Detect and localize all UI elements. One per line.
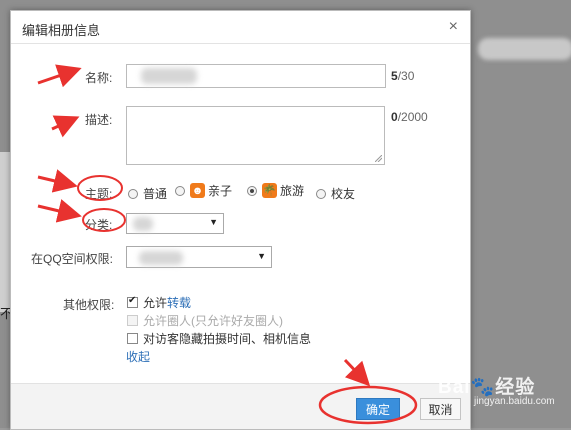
theme-label: 主题: — [85, 187, 113, 201]
theme-option-parenting[interactable]: ☻ 亲子 — [175, 182, 232, 199]
close-icon[interactable]: × — [449, 18, 458, 36]
child-face-icon: ☻ — [190, 183, 205, 198]
dialog-title: 编辑相册信息 — [22, 23, 101, 38]
name-label: 名称: — [85, 71, 113, 85]
background-blurred-text — [478, 38, 571, 60]
permission-value-blurred — [139, 251, 183, 265]
checkbox-disabled-icon — [127, 315, 138, 326]
radio-selected-icon[interactable] — [247, 185, 257, 196]
name-value-blurred — [141, 68, 197, 84]
resize-handle-icon[interactable] — [375, 155, 382, 162]
category-value-blurred — [133, 217, 153, 231]
theme-option-travel[interactable]: 🌴 旅游 — [247, 182, 304, 199]
category-select[interactable]: ▼ — [126, 213, 224, 234]
name-counter: 5/30 — [391, 69, 415, 83]
radio-icon[interactable] — [175, 185, 185, 196]
dropdown-arrow-icon: ▼ — [257, 251, 266, 261]
qzone-permission-label: 在QQ空间权限: — [31, 252, 114, 266]
cancel-button[interactable]: 取消 — [420, 398, 461, 420]
radio-icon[interactable] — [316, 188, 326, 199]
checkbox-checked-icon[interactable] — [127, 295, 138, 308]
description-counter: 0/2000 — [391, 110, 428, 124]
palm-tree-icon: 🌴 — [262, 183, 277, 198]
dropdown-arrow-icon: ▼ — [209, 217, 218, 227]
allow-repost-checkbox[interactable]: 允许转载 — [127, 294, 191, 311]
checkbox-icon[interactable] — [127, 333, 138, 344]
dialog-footer: 确定 取消 — [11, 383, 470, 429]
description-label: 描述: — [85, 113, 113, 127]
baidu-watermark: Bai🐾经验 — [438, 377, 536, 398]
confirm-button[interactable]: 确定 — [356, 398, 400, 420]
collapse-link[interactable]: 收起 — [126, 348, 150, 365]
qzone-permission-select[interactable]: ▼ — [126, 246, 272, 268]
theme-option-normal[interactable]: 普通 — [128, 185, 167, 202]
watermark-url: jingyan.baidu.com — [474, 396, 555, 407]
description-textarea[interactable] — [126, 106, 385, 165]
edit-album-dialog: 编辑相册信息 × 名称: 5/30 描述: 0/2000 主题: 普通 ☻ 亲子 … — [10, 10, 471, 430]
allow-circle-checkbox: 允许圈人(只允许好友圈人) — [127, 312, 283, 329]
paw-icon: 🐾 — [470, 377, 496, 398]
other-permission-label: 其他权限: — [63, 298, 115, 312]
theme-option-alumni[interactable]: 校友 — [316, 185, 355, 202]
category-label: 分类: — [85, 218, 113, 232]
hide-shooting-info-checkbox[interactable]: 对访客隐藏拍摄时间、相机信息 — [127, 330, 311, 347]
radio-icon[interactable] — [128, 188, 138, 199]
repost-link[interactable]: 转载 — [167, 294, 191, 311]
dialog-header: 编辑相册信息 × — [11, 11, 470, 44]
background-image-strip — [0, 152, 10, 312]
name-input[interactable] — [126, 64, 386, 88]
